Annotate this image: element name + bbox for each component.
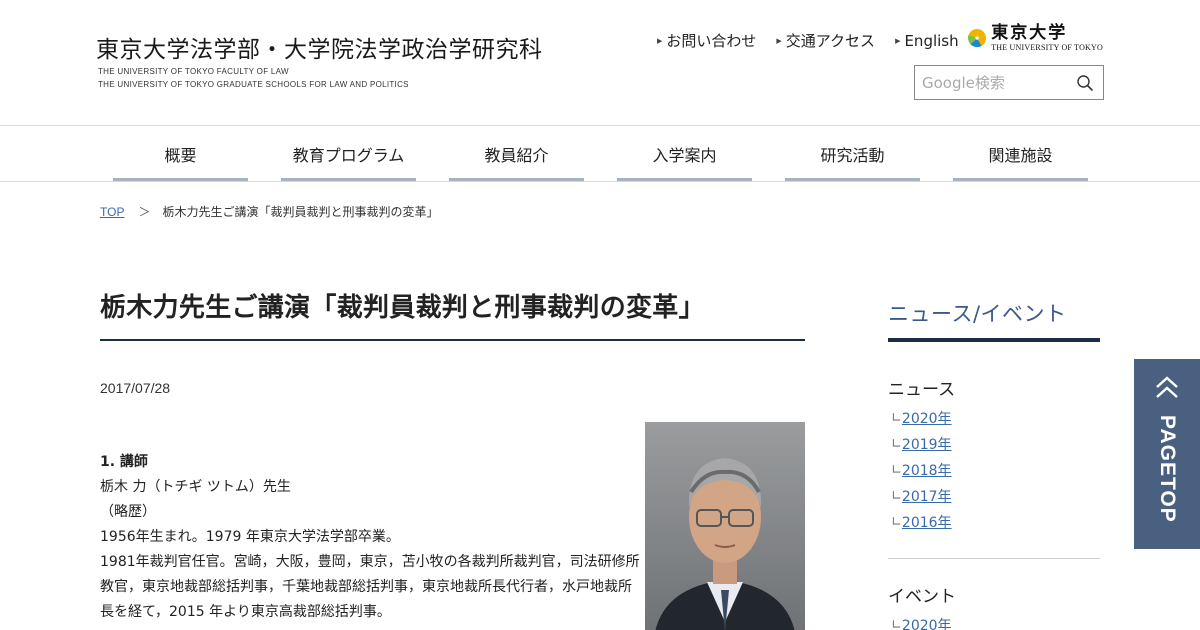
access-link[interactable]: ▶ 交通アクセス bbox=[776, 30, 875, 51]
logo-text-en: THE UNIVERSITY OF TOKYO bbox=[991, 43, 1103, 52]
sidebar-title: ニュース/イベント bbox=[888, 302, 1067, 326]
news-year-link[interactable]: 2020年 bbox=[902, 408, 952, 428]
news-year-list: ∟ 2020年 ∟ 2019年 ∟ 2018年 ∟ 2017年 ∟ 2016年 bbox=[891, 405, 952, 535]
list-item: ∟ 2019年 bbox=[891, 431, 952, 457]
nav-item-admissions[interactable]: 入学案内 bbox=[617, 126, 752, 181]
search-icon[interactable] bbox=[1076, 74, 1094, 92]
nav-item-research[interactable]: 研究活動 bbox=[785, 126, 920, 181]
double-chevron-up-icon bbox=[1156, 376, 1178, 398]
search-box bbox=[914, 65, 1104, 100]
site-subtitle-graduate: THE UNIVERSITY OF TOKYO GRADUATE SCHOOLS… bbox=[98, 80, 409, 89]
news-year-link[interactable]: 2019年 bbox=[902, 434, 952, 454]
list-item: ∟ 2016年 bbox=[891, 509, 952, 535]
lecturer-name: 栃木 力（トチギ ツトム）先生 bbox=[100, 479, 291, 495]
post-date: 2017/07/28 bbox=[100, 380, 171, 396]
list-item: ∟ 2020年 bbox=[891, 612, 952, 630]
utokyo-logo[interactable]: 東京大学 THE UNIVERSITY OF TOKYO bbox=[967, 19, 1103, 57]
section-heading-lecturer: 1. 講師 bbox=[100, 454, 148, 470]
nav-item-facilities[interactable]: 関連施設 bbox=[953, 126, 1088, 181]
ginkgo-logo-icon bbox=[967, 29, 987, 48]
breadcrumb: TOP ＞ 栃木力先生ご講演「裁判員裁判と刑事裁判の変革」 bbox=[100, 203, 438, 220]
corner-bracket-icon: ∟ bbox=[891, 617, 902, 630]
site-subtitle-faculty: THE UNIVERSITY OF TOKYO FACULTY OF LAW bbox=[98, 67, 289, 76]
english-link[interactable]: ▶ English bbox=[895, 30, 959, 51]
corner-bracket-icon: ∟ bbox=[891, 410, 902, 426]
list-item: ∟ 2020年 bbox=[891, 405, 952, 431]
nav-item-overview[interactable]: 概要 bbox=[113, 126, 248, 181]
triangle-right-icon: ▶ bbox=[657, 36, 663, 45]
news-year-link[interactable]: 2017年 bbox=[902, 486, 952, 506]
event-year-list: ∟ 2020年 bbox=[891, 612, 952, 630]
event-year-link[interactable]: 2020年 bbox=[902, 615, 952, 630]
breadcrumb-current: 栃木力先生ご講演「裁判員裁判と刑事裁判の変革」 bbox=[162, 205, 439, 219]
nav-item-education[interactable]: 教育プログラム bbox=[281, 126, 416, 181]
career-line: 1981年裁判官任官。宮崎，大阪，豊岡，東京，苫小牧の各裁判所裁判官，司法研修所 bbox=[100, 554, 640, 570]
english-link-label: English bbox=[904, 31, 959, 50]
sidebar-divider bbox=[888, 558, 1100, 559]
sidebar-event-heading: イベント bbox=[888, 587, 956, 607]
triangle-right-icon: ▶ bbox=[776, 36, 782, 45]
sidebar-title-divider bbox=[888, 338, 1100, 342]
list-item: ∟ 2018年 bbox=[891, 457, 952, 483]
lecturer-portrait bbox=[645, 422, 805, 630]
global-nav: 概要 教育プログラム 教員紹介 入学案内 研究活動 関連施設 bbox=[0, 125, 1200, 182]
contact-link[interactable]: ▶ お問い合わせ bbox=[657, 30, 756, 51]
portrait-image bbox=[645, 422, 805, 630]
article-body: 1. 講師 栃木 力（トチギ ツトム）先生 （略歴） 1956年生まれ。1979… bbox=[100, 450, 640, 625]
corner-bracket-icon: ∟ bbox=[891, 488, 902, 504]
access-link-label: 交通アクセス bbox=[785, 32, 876, 50]
sidebar-news-heading: ニュース bbox=[888, 380, 956, 400]
news-year-link[interactable]: 2016年 bbox=[902, 512, 952, 532]
triangle-right-icon: ▶ bbox=[895, 36, 901, 45]
search-input[interactable] bbox=[915, 66, 1065, 99]
nav-item-faculty[interactable]: 教員紹介 bbox=[449, 126, 584, 181]
logo-text-jp: 東京大学 bbox=[991, 23, 1068, 43]
utility-links: ▶ お問い合わせ ▶ 交通アクセス ▶ English bbox=[657, 30, 959, 51]
site-title[interactable]: 東京大学法学部・大学院法学政治学研究科 bbox=[96, 30, 543, 64]
breadcrumb-top-link[interactable]: TOP bbox=[100, 205, 124, 219]
career-label: （略歴） bbox=[100, 504, 156, 520]
list-item: ∟ 2017年 bbox=[891, 483, 952, 509]
title-divider bbox=[100, 339, 805, 341]
pagetop-label: PAGETOP bbox=[1156, 415, 1179, 523]
pagetop-button[interactable]: PAGETOP bbox=[1134, 359, 1200, 549]
contact-link-label: お問い合わせ bbox=[666, 32, 757, 50]
corner-bracket-icon: ∟ bbox=[891, 514, 902, 530]
career-line: 1956年生まれ。1979 年東京大学法学部卒業。 bbox=[100, 529, 400, 545]
news-year-link[interactable]: 2018年 bbox=[902, 460, 952, 480]
corner-bracket-icon: ∟ bbox=[891, 462, 902, 478]
page-title: 栃木力先生ご講演「裁判員裁判と刑事裁判の変革」 bbox=[100, 293, 705, 323]
breadcrumb-separator: ＞ bbox=[138, 205, 151, 219]
career-line: 長を経て，2015 年より東京高裁部総括判事。 bbox=[100, 604, 391, 620]
corner-bracket-icon: ∟ bbox=[891, 436, 902, 452]
career-line: 教官，東京地裁部総括判事，千葉地裁部総括判事，東京地裁所長代行者，水戸地裁所 bbox=[100, 579, 632, 595]
